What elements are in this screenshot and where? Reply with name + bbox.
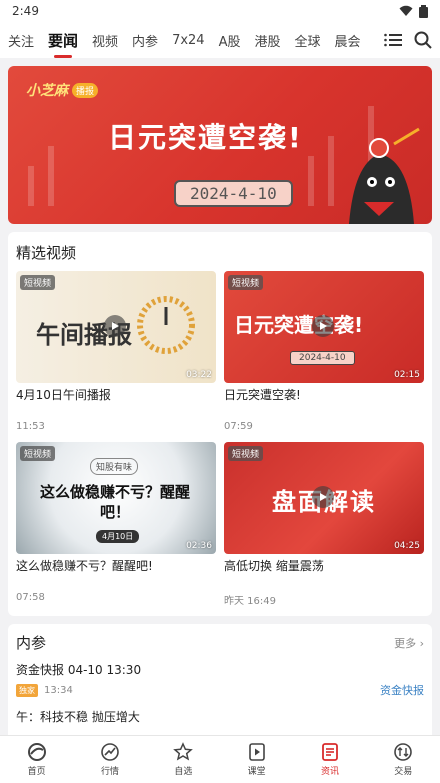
banner-title: 日元突遭空袭! [108,121,303,154]
thumbnail-subtitle: 知股有味 [90,458,139,475]
video-time: 昨天 16:49 [224,596,276,607]
exclusive-badge: 独家 [16,683,38,697]
nav-home[interactable]: 首页 [0,736,73,783]
market-icon [101,743,119,761]
news-title[interactable]: 资金快报 04-10 13:30 [16,661,424,678]
wifi-icon [399,5,413,16]
tab-insider[interactable]: 内参 [132,31,158,50]
featured-videos-section: 精选视频 短视频 午间播报 03:22 4月10日午间播报 11:53 短视频 … [8,232,432,616]
nav-classroom[interactable]: 课堂 [220,736,293,783]
short-video-tag: 短视频 [228,275,264,290]
thumbnail-text: 日元突遭空袭! [234,313,364,337]
battery-icon [419,4,428,18]
video-duration: 02:36 [186,541,212,551]
news-meta: 独家 13:34 资金快报 [16,682,424,698]
video-time: 11:53 [16,421,45,432]
video-time: 07:59 [224,421,253,432]
tab-7x24[interactable]: 7x24 [172,33,205,48]
short-video-tag: 短视频 [228,446,264,461]
tab-video[interactable]: 视频 [92,31,118,50]
play-icon[interactable] [312,486,334,508]
video-thumbnail[interactable]: 短视频 午间播报 03:22 [16,271,216,383]
video-thumbnail[interactable]: 短视频 盘面解读 04:25 [224,442,424,554]
video-title[interactable]: 高低切换 缩量震荡 [224,558,424,590]
more-link[interactable]: 更多 › [394,635,424,651]
banner-date: 2024-4-10 [174,180,293,207]
tab-hk-stocks[interactable]: 港股 [254,31,280,50]
video-time: 07:58 [16,592,45,603]
video-duration: 04:25 [394,541,420,551]
news-title[interactable]: 午：科技不稳 抛压增大 [16,708,424,725]
nav-label: 资讯 [320,767,339,777]
video-card[interactable]: 短视频 午间播报 03:22 4月10日午间播报 11:53 [16,271,216,432]
top-tab-bar: 关注 要闻 视频 内参 7x24 A股 港股 全球 晨会 [0,22,440,58]
nav-label: 行情 [100,767,119,777]
nav-watchlist[interactable]: 自选 [147,736,220,783]
video-title[interactable]: 这么做稳赚不亏？醒醒吧! [16,558,216,590]
tab-a-shares[interactable]: A股 [219,31,241,50]
news-source-link[interactable]: 资金快报 [380,682,424,698]
nav-label: 交易 [394,767,413,777]
nav-market[interactable]: 行情 [73,736,146,783]
nav-trade[interactable]: 交易 [367,736,440,783]
nav-label: 课堂 [247,767,266,777]
video-grid: 短视频 午间播报 03:22 4月10日午间播报 11:53 短视频 日元突遭空… [16,271,424,607]
home-icon [27,743,46,761]
video-card[interactable]: 短视频 知股有味 这么做稳赚不亏？醒醒吧！ 4月10日 02:36 这么做稳赚不… [16,442,216,607]
tab-follow[interactable]: 关注 [8,31,34,50]
news-time: 13:34 [44,684,73,696]
video-thumbnail[interactable]: 短视频 日元突遭空袭! 2024-4-10 02:15 [224,271,424,383]
star-icon [173,742,194,761]
promo-banner[interactable]: 小芝麻 播报 日元突遭空袭! 2024-4-10 [8,66,432,224]
video-title[interactable]: 4月10日午间播报 [16,387,216,419]
nav-label: 首页 [27,767,46,777]
bottom-nav: 首页 行情 自选 课堂 资讯 交易 [0,735,440,783]
play-icon[interactable] [312,315,334,337]
status-bar: 2:49 [0,0,440,22]
video-card[interactable]: 短视频 盘面解读 04:25 高低切换 缩量震荡 昨天 16:49 [224,442,424,607]
section-title: 精选视频 [16,244,77,262]
tab-headlines[interactable]: 要闻 [48,30,78,51]
short-video-tag: 短视频 [20,446,56,461]
status-icons [399,4,428,18]
tab-morning-meeting[interactable]: 晨会 [335,31,361,50]
tab-global[interactable]: 全球 [295,31,321,50]
more-label: 更多 [394,636,417,650]
list-item[interactable]: 午：科技不稳 抛压增大 [16,708,424,725]
nav-label: 自选 [174,767,193,777]
play-icon [248,743,265,761]
thumbnail-date: 4月10日 [96,530,140,543]
trade-icon [394,743,413,761]
play-icon[interactable] [104,315,126,337]
nav-news[interactable]: 资讯 [293,736,366,783]
thumbnail-date: 2024-4-10 [290,351,355,365]
tab-actions [378,22,432,58]
video-thumbnail[interactable]: 短视频 知股有味 这么做稳赚不亏？醒醒吧！ 4月10日 02:36 [16,442,216,554]
section-title: 内参 [16,634,47,652]
video-title[interactable]: 日元突遭空袭! [224,387,424,419]
news-icon [322,743,338,761]
insider-header: 内参 更多 › [16,632,424,653]
video-duration: 03:22 [186,370,212,380]
video-card[interactable]: 短视频 日元突遭空袭! 2024-4-10 02:15 日元突遭空袭! 07:5… [224,271,424,432]
search-icon[interactable] [414,31,432,49]
list-item[interactable]: 资金快报 04-10 13:30 独家 13:34 资金快报 [16,661,424,698]
video-duration: 02:15 [394,370,420,380]
menu-icon[interactable] [384,33,402,47]
short-video-tag: 短视频 [20,275,56,290]
thumbnail-text: 这么做稳赚不亏？醒醒吧！ [40,483,191,521]
news-meta-left: 独家 13:34 [16,683,73,697]
status-time: 2:49 [12,4,39,18]
mascot-icon [349,127,420,224]
chevron-right-icon: › [419,636,424,650]
clock-icon [137,296,195,354]
